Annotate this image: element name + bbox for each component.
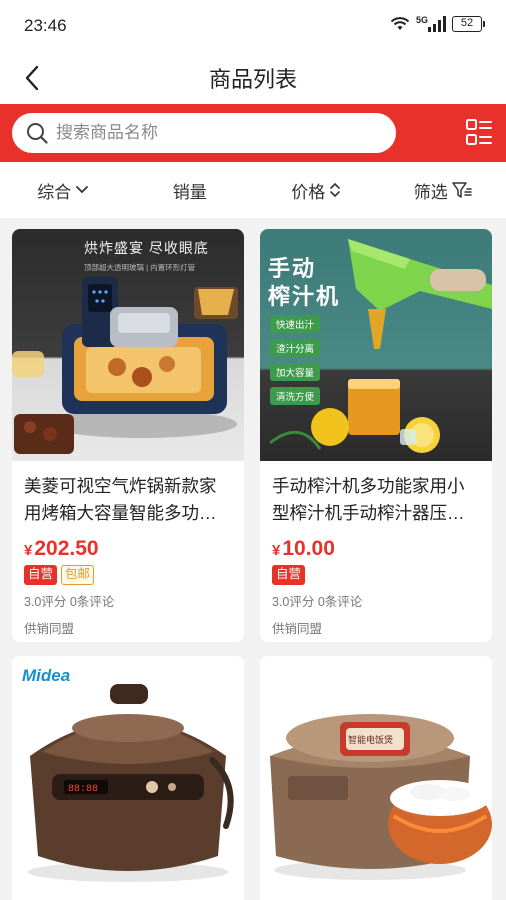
signal-icon [428,16,446,32]
search-input[interactable] [56,123,356,143]
search-icon [27,123,48,144]
sort-arrows-icon [330,182,341,198]
product-info: 美菱可视空气炸锅新款家用烤箱大容量智能多功能电炸锅 ¥202.50 自营 包邮 … [12,461,244,637]
status-icons: 5G 52 [390,15,485,32]
filter-icon [452,182,472,198]
wifi-icon [390,17,410,30]
product-seller: 供销同盟 [24,622,75,636]
product-card[interactable]: 烘炸盛宴 尽收眼底 顶部超大透明玻璃 | 内置环形灯管 美菱可视空气炸锅新款家用… [12,229,244,642]
juicer-illustration [269,239,492,453]
product-image: Midea 88:88 [12,656,244,888]
network-type: 5G [415,15,428,25]
product-rating: 3.0评分 0条评论 [24,595,115,609]
search-bar [0,104,506,162]
list-layout-toggle-icon[interactable] [466,119,492,147]
cooker-label: 智能电饭煲 [348,734,393,746]
currency-symbol: ¥ [272,542,281,559]
product-info: 手动榨汁机多功能家用小型榨汁机手动榨汁器压汁机 ¥10.00 自营 3.0评分 … [260,461,492,637]
status-bar: 23:46 5G 52 [0,0,506,52]
product-name: 美菱可视空气炸锅新款家用烤箱大容量智能多功能电炸锅 [24,476,217,523]
product-rating: 3.0评分 0条评论 [272,595,363,609]
svg-text:88:88: 88:88 [68,784,98,795]
status-time: 23:46 [24,16,67,35]
product-card[interactable]: Midea 88:88 [12,656,244,900]
price-value: 10.00 [282,537,335,560]
sort-comprehensive[interactable]: 综合 [0,162,127,218]
badge-row: 自营 包邮 [24,565,232,585]
sort-price-label: 价格 [291,182,326,202]
sort-filter[interactable]: 筛选 [380,162,506,218]
battery-icon: 52 [452,16,485,32]
sort-bar: 综合 销量 价格 筛选 [0,162,506,218]
product-seller: 供销同盟 [272,622,323,636]
air-fryer-illustration [12,277,238,454]
product-price: ¥202.50 [24,537,232,561]
product-image: 烘炸盛宴 尽收眼底 顶部超大透明玻璃 | 内置环形灯管 [12,229,244,461]
sort-comprehensive-label: 综合 [37,182,72,202]
search-box[interactable] [12,113,396,153]
sort-sales[interactable]: 销量 [127,162,254,218]
sort-price[interactable]: 价格 [253,162,380,218]
self-operated-badge: 自营 [24,565,58,585]
self-operated-badge: 自营 [272,565,306,585]
page-title: 商品列表 [208,67,297,92]
product-price: ¥10.00 [272,537,480,561]
product-card[interactable]: 手动 榨汁机 快速出汁 渣汁分离 加大容量 清洗方便 手动榨汁机多功能家用小型榨… [260,229,492,642]
price-value: 202.50 [34,537,99,560]
rice-cooker-illustration: 88:88 [28,684,234,882]
product-card[interactable]: 智能电饭煲 [260,656,492,900]
product-name: 手动榨汁机多功能家用小型榨汁机手动榨汁器压汁机 [272,476,465,523]
rice-cooker-illustration: 智能电饭煲 [270,714,492,880]
currency-symbol: ¥ [24,542,33,559]
sort-filter-label: 筛选 [413,182,448,202]
nav-bar: 商品列表 [0,52,506,104]
sort-sales-label: 销量 [172,182,207,202]
chevron-down-icon [76,186,89,194]
free-shipping-badge: 包邮 [61,565,95,585]
product-image: 手动 榨汁机 快速出汁 渣汁分离 加大容量 清洗方便 [260,229,492,461]
product-image: 智能电饭煲 [260,656,492,888]
battery-level: 52 [460,17,474,29]
badge-row: 自营 [272,565,480,585]
